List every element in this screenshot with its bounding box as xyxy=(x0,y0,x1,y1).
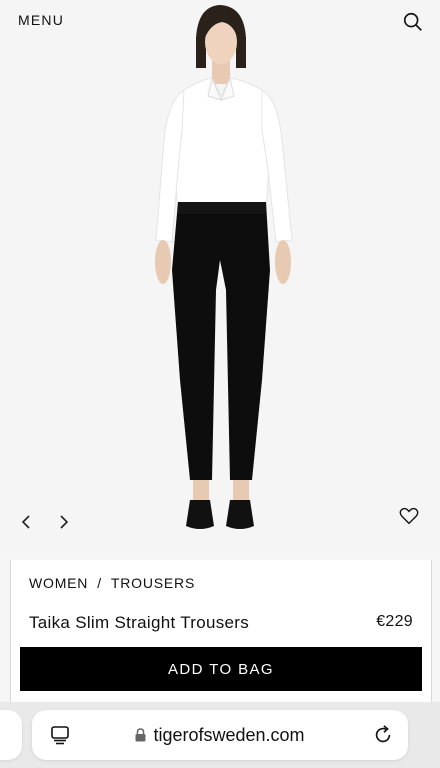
breadcrumb-separator: / xyxy=(97,575,102,591)
url-container: tigerofsweden.com xyxy=(32,710,408,760)
menu-button[interactable]: MENU xyxy=(18,12,64,28)
add-to-bag-button[interactable]: ADD TO BAG xyxy=(20,647,422,691)
product-image-area[interactable] xyxy=(0,0,440,552)
breadcrumb-women[interactable]: WOMEN xyxy=(29,575,88,591)
reload-icon[interactable] xyxy=(372,724,394,746)
browser-toolbar: tigerofsweden.com xyxy=(0,702,440,768)
previous-tab-card[interactable] xyxy=(0,710,22,760)
product-price: €229 xyxy=(376,613,413,630)
product-name: Taika Slim Straight Trousers xyxy=(29,613,250,632)
url-text[interactable]: tigerofsweden.com xyxy=(153,725,304,746)
search-icon[interactable] xyxy=(402,11,424,33)
breadcrumb: WOMEN / TROUSERS xyxy=(29,575,195,591)
heart-icon[interactable] xyxy=(398,505,420,527)
site-header: MENU xyxy=(0,0,440,44)
chevron-right-icon[interactable] xyxy=(53,512,73,532)
product-page: MENU WOMEN / TROUSERS Taika Slim Straight … xyxy=(0,0,440,768)
chevron-left-icon[interactable] xyxy=(17,512,37,532)
product-image[interactable] xyxy=(0,0,440,552)
lock-icon xyxy=(135,728,146,742)
product-info-panel: WOMEN / TROUSERS Taika Slim Straight Trous… xyxy=(10,560,432,702)
breadcrumb-trousers[interactable]: TROUSERS xyxy=(111,575,195,591)
address-bar[interactable]: tigerofsweden.com xyxy=(32,710,408,760)
